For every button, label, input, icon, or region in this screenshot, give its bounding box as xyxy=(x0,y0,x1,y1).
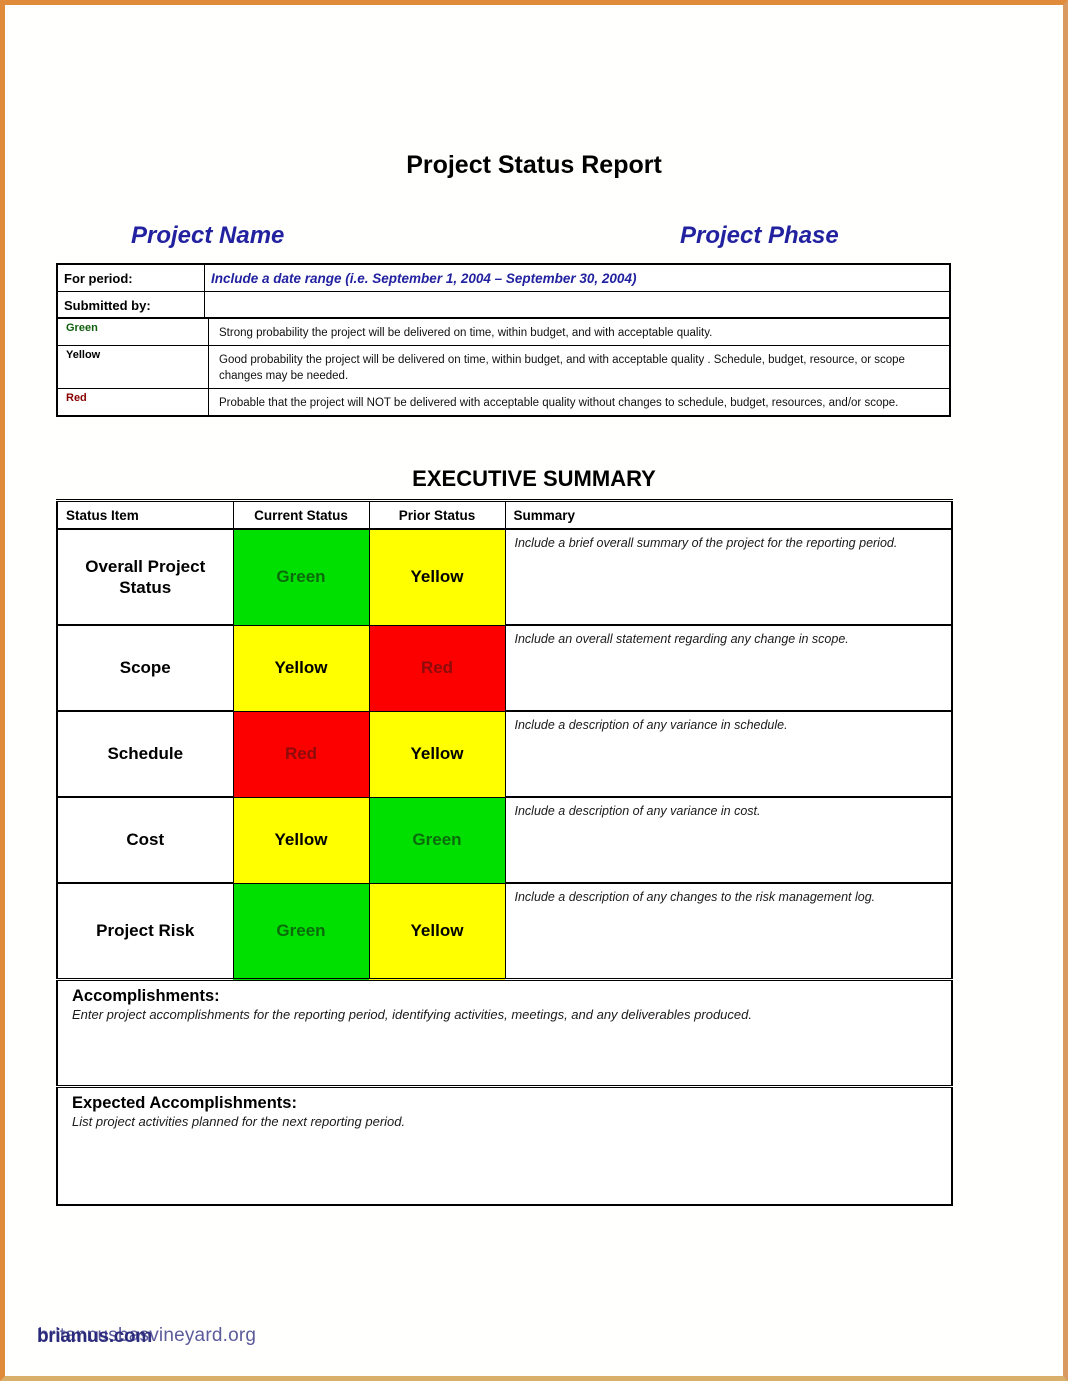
project-name-heading: Project Name xyxy=(131,222,285,249)
legend-swatch-yellow: Yellow xyxy=(56,344,209,390)
table-row: For period: Include a date range (i.e. S… xyxy=(56,263,951,292)
project-phase-heading: Project Phase xyxy=(680,222,839,249)
summary-schedule[interactable]: Include a description of any variance in… xyxy=(504,710,953,798)
expected-accomplishments-row: Expected Accomplishments: List project a… xyxy=(56,1085,953,1206)
accomplishments-section[interactable]: Accomplishments: Enter project accomplis… xyxy=(56,978,953,1088)
prior-status-cost[interactable]: Green xyxy=(368,796,506,884)
legend-description-green: Strong probability the project will be d… xyxy=(208,316,951,346)
table-row: Overall Project Status Green Yellow Incl… xyxy=(56,528,953,626)
legend-row-red: Red Probable that the project will NOT b… xyxy=(56,388,951,417)
executive-summary-table: Status Item Current Status Prior Status … xyxy=(56,499,953,1206)
table-row: Submitted by: xyxy=(56,291,951,320)
current-status-scope[interactable]: Yellow xyxy=(232,624,370,712)
column-header-prior-status: Prior Status xyxy=(368,499,506,530)
document-sheet: Project Status Report Project Name Proje… xyxy=(5,5,1063,1376)
current-status-overall-project-status[interactable]: Green xyxy=(232,528,370,626)
page-title: Project Status Report xyxy=(406,151,662,179)
table-row: Project Risk Green Yellow Include a desc… xyxy=(56,882,953,981)
prior-status-overall-project-status[interactable]: Yellow xyxy=(368,528,506,626)
status-item-project-risk: Project Risk xyxy=(56,882,234,981)
prior-status-schedule[interactable]: Yellow xyxy=(368,710,506,798)
status-legend-table: Green Strong probability the project wil… xyxy=(56,316,951,417)
table-row: Scope Yellow Red Include an overall stat… xyxy=(56,624,953,712)
status-item-schedule: Schedule xyxy=(56,710,234,798)
column-header-status-item: Status Item xyxy=(56,499,234,530)
legend-description-red: Probable that the project will NOT be de… xyxy=(208,388,951,417)
table-header-row: Status Item Current Status Prior Status … xyxy=(56,499,953,530)
page-canvas: Project Status Report Project Name Proje… xyxy=(0,0,1068,1381)
prior-status-project-risk[interactable]: Yellow xyxy=(368,882,506,980)
submitted-by-value[interactable] xyxy=(204,291,951,320)
summary-project-risk[interactable]: Include a description of any changes to … xyxy=(504,882,953,981)
summary-overall-project-status[interactable]: Include a brief overall summary of the p… xyxy=(504,528,953,626)
legend-description-yellow: Good probability the project will be del… xyxy=(208,344,951,390)
legend-swatch-red: Red xyxy=(56,388,209,417)
table-row: Cost Yellow Green Include a description … xyxy=(56,796,953,884)
status-item-overall-project-status: Overall Project Status xyxy=(56,528,234,626)
expected-accomplishments-heading: Expected Accomplishments: xyxy=(72,1094,297,1112)
expected-accomplishments-section[interactable]: Expected Accomplishments: List project a… xyxy=(56,1085,953,1206)
accomplishments-heading: Accomplishments: xyxy=(72,987,220,1005)
accomplishments-body: Enter project accomplishments for the re… xyxy=(72,1007,752,1022)
for-period-value[interactable]: Include a date range (i.e. September 1, … xyxy=(204,263,951,292)
current-status-project-risk[interactable]: Green xyxy=(232,882,370,980)
status-item-cost: Cost xyxy=(56,796,234,884)
expected-accomplishments-body: List project activities planned for the … xyxy=(72,1114,406,1129)
watermark-primary: briamus.com xyxy=(37,1326,152,1347)
current-status-schedule[interactable]: Red xyxy=(232,710,370,798)
executive-summary-heading: EXECUTIVE SUMMARY xyxy=(412,466,656,491)
current-status-cost[interactable]: Yellow xyxy=(232,796,370,884)
prior-status-scope[interactable]: Red xyxy=(368,624,506,712)
legend-row-yellow: Yellow Good probability the project will… xyxy=(56,344,951,390)
table-row: Schedule Red Yellow Include a descriptio… xyxy=(56,710,953,798)
legend-row-green: Green Strong probability the project wil… xyxy=(56,316,951,346)
summary-scope[interactable]: Include an overall statement regarding a… xyxy=(504,624,953,712)
accomplishments-row: Accomplishments: Enter project accomplis… xyxy=(56,978,953,1088)
column-header-summary: Summary xyxy=(504,499,953,530)
header-info-table: For period: Include a date range (i.e. S… xyxy=(56,263,951,320)
column-header-current-status: Current Status xyxy=(232,499,370,530)
for-period-label: For period: xyxy=(56,263,205,292)
submitted-by-label: Submitted by: xyxy=(56,291,205,320)
summary-cost[interactable]: Include a description of any variance in… xyxy=(504,796,953,884)
status-item-scope: Scope xyxy=(56,624,234,712)
legend-swatch-green: Green xyxy=(56,316,209,346)
